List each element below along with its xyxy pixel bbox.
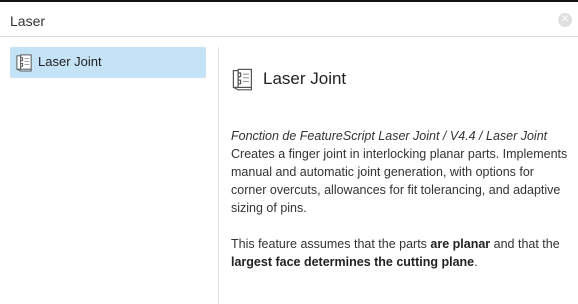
laser-joint-feature-icon (232, 68, 252, 91)
search-bar: ✕ (0, 4, 578, 37)
results-list: Laser Joint (10, 47, 216, 304)
laser-joint-feature-icon (16, 54, 32, 72)
panel-divider (218, 47, 219, 304)
feature-description: Creates a finger joint in interlocking p… (231, 147, 568, 215)
clear-circle-icon[interactable]: ✕ (558, 13, 572, 27)
note-bold-1: are planar (430, 237, 491, 251)
note-text-2: and that the (490, 237, 560, 251)
feature-note: This feature assumes that the parts are … (231, 235, 571, 271)
feature-source-subtitle: Fonction de FeatureScript Laser Joint / … (231, 129, 548, 143)
note-text-1: This feature assumes that the parts (231, 237, 431, 251)
note-text-3: . (474, 255, 478, 269)
list-item-laser-joint[interactable]: Laser Joint (10, 47, 206, 78)
note-bold-2: largest face determines the cutting plan… (231, 255, 475, 269)
search-input[interactable] (10, 11, 530, 31)
detail-title: Laser Joint (263, 69, 347, 88)
list-item-label: Laser Joint (38, 54, 102, 69)
feature-detail-panel: Laser Joint Fonction de FeatureScript La… (231, 47, 571, 304)
detail-header: Laser Joint (231, 67, 571, 95)
detail-body: Fonction de FeatureScript Laser Joint / … (231, 127, 571, 271)
feature-search-dialog: ✕ Laser Joint (0, 0, 578, 304)
